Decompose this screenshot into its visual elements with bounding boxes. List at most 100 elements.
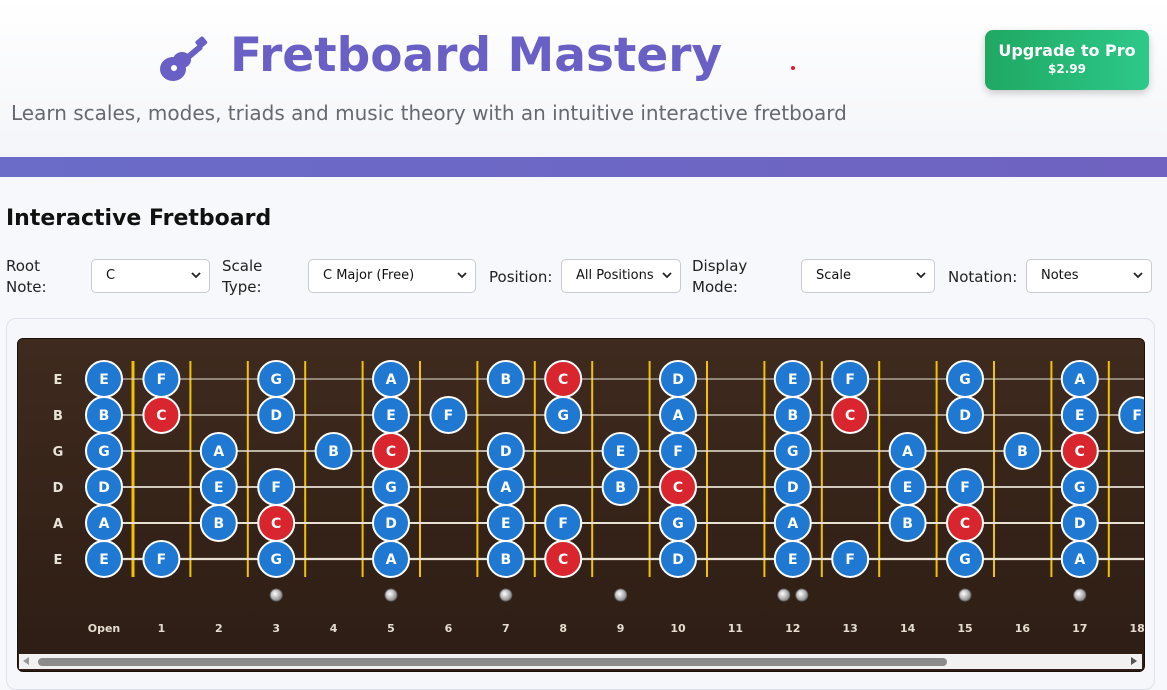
- notation-value: Notes: [1041, 268, 1079, 283]
- note-marker[interactable]: A: [888, 432, 927, 470]
- status-dot: [791, 66, 795, 70]
- note-marker[interactable]: E: [1060, 396, 1099, 434]
- string-label: E: [54, 373, 63, 388]
- root-note-marker[interactable]: C: [1060, 432, 1099, 470]
- upgrade-button[interactable]: Upgrade to Pro $2.99: [985, 30, 1149, 90]
- note-marker[interactable]: E: [85, 540, 123, 578]
- note-marker[interactable]: B: [199, 504, 238, 542]
- note-marker[interactable]: F: [544, 504, 583, 542]
- note-marker[interactable]: F: [831, 360, 870, 398]
- note-marker[interactable]: D: [659, 360, 697, 398]
- svg-text:E: E: [99, 552, 109, 568]
- scroll-right-arrow-icon[interactable]: [1131, 657, 1137, 665]
- note-marker[interactable]: G: [946, 360, 984, 398]
- fret-number-label: 12: [785, 622, 800, 635]
- note-marker[interactable]: D: [659, 540, 697, 578]
- svg-text:G: G: [959, 552, 971, 568]
- svg-text:B: B: [615, 480, 626, 496]
- chevron-down-icon: [916, 272, 926, 279]
- root-note-marker[interactable]: C: [831, 396, 870, 434]
- note-marker[interactable]: A: [1060, 540, 1099, 578]
- root-note-marker[interactable]: C: [142, 396, 181, 434]
- app-title: Fretboard Mastery: [230, 28, 723, 83]
- note-marker[interactable]: A: [659, 396, 697, 434]
- app-subtitle: Learn scales, modes, triads and music th…: [11, 101, 847, 125]
- note-marker[interactable]: F: [659, 432, 697, 470]
- note-marker[interactable]: D: [85, 468, 123, 506]
- note-marker[interactable]: G: [257, 360, 296, 398]
- fretboard[interactable]: E B G D A E Open 1 2 3 4 5 6 7 8 9 10 11 12 13 14 15 16 17 18 E F G…: [17, 338, 1145, 672]
- note-marker[interactable]: G: [1060, 468, 1099, 506]
- note-marker[interactable]: B: [773, 396, 812, 434]
- note-marker[interactable]: B: [601, 468, 640, 506]
- note-marker[interactable]: A: [372, 540, 410, 578]
- chevron-down-icon: [191, 272, 201, 279]
- note-marker[interactable]: A: [486, 468, 525, 506]
- svg-text:E: E: [903, 480, 913, 496]
- display-mode-select[interactable]: Scale: [801, 259, 935, 293]
- scroll-left-arrow-icon[interactable]: [23, 657, 29, 665]
- svg-text:E: E: [214, 480, 224, 496]
- note-marker[interactable]: F: [946, 468, 984, 506]
- note-marker[interactable]: E: [773, 540, 812, 578]
- note-marker[interactable]: G: [659, 504, 697, 542]
- note-marker[interactable]: B: [85, 396, 123, 434]
- fret-number-label: 3: [272, 622, 280, 635]
- note-marker[interactable]: F: [142, 540, 181, 578]
- svg-text:E: E: [99, 372, 109, 388]
- note-marker[interactable]: F: [142, 360, 181, 398]
- note-marker[interactable]: A: [199, 432, 238, 470]
- root-note-marker[interactable]: C: [544, 540, 583, 578]
- note-marker[interactable]: B: [486, 360, 525, 398]
- note-marker[interactable]: D: [257, 396, 296, 434]
- note-marker[interactable]: G: [257, 540, 296, 578]
- note-marker[interactable]: E: [199, 468, 238, 506]
- section-title: Interactive Fretboard: [6, 206, 272, 231]
- note-marker[interactable]: F: [429, 396, 468, 434]
- note-marker[interactable]: D: [946, 396, 984, 434]
- note-marker[interactable]: E: [372, 396, 410, 434]
- note-marker[interactable]: D: [486, 432, 525, 470]
- note-marker[interactable]: B: [1003, 432, 1042, 470]
- scale-type-select[interactable]: C Major (Free): [308, 259, 476, 293]
- svg-text:D: D: [672, 552, 684, 568]
- note-marker[interactable]: A: [372, 360, 410, 398]
- note-marker[interactable]: E: [773, 360, 812, 398]
- note-marker[interactable]: B: [486, 540, 525, 578]
- note-marker[interactable]: G: [372, 468, 410, 506]
- note-marker[interactable]: G: [544, 396, 583, 434]
- svg-text:E: E: [386, 408, 396, 424]
- svg-text:G: G: [385, 480, 397, 496]
- scroll-thumb[interactable]: [38, 658, 947, 666]
- note-marker[interactable]: D: [372, 504, 410, 542]
- root-note-marker[interactable]: C: [946, 504, 984, 542]
- note-marker[interactable]: F: [257, 468, 296, 506]
- fret-number-label: 16: [1015, 622, 1031, 635]
- note-marker[interactable]: A: [1060, 360, 1099, 398]
- note-marker[interactable]: F: [1118, 396, 1144, 434]
- notation-select[interactable]: Notes: [1026, 259, 1152, 293]
- note-marker[interactable]: A: [773, 504, 812, 542]
- root-note-marker[interactable]: C: [372, 432, 410, 470]
- note-marker[interactable]: E: [486, 504, 525, 542]
- note-marker[interactable]: E: [85, 360, 123, 398]
- root-note-marker[interactable]: C: [544, 360, 583, 398]
- note-marker[interactable]: G: [85, 432, 123, 470]
- root-note-select[interactable]: C: [91, 259, 210, 293]
- root-note-marker[interactable]: C: [257, 504, 296, 542]
- note-marker[interactable]: B: [888, 504, 927, 542]
- note-marker[interactable]: B: [314, 432, 353, 470]
- note-marker[interactable]: A: [85, 504, 123, 542]
- note-marker[interactable]: F: [831, 540, 870, 578]
- note-marker[interactable]: G: [946, 540, 984, 578]
- horizontal-scrollbar[interactable]: [19, 654, 1142, 669]
- note-marker[interactable]: E: [601, 432, 640, 470]
- svg-text:C: C: [156, 408, 166, 424]
- note-marker[interactable]: D: [1060, 504, 1099, 542]
- note-marker[interactable]: G: [773, 432, 812, 470]
- note-marker[interactable]: E: [888, 468, 927, 506]
- position-select[interactable]: All Positions: [561, 259, 681, 293]
- note-marker[interactable]: D: [773, 468, 812, 506]
- root-note-marker[interactable]: C: [659, 468, 697, 506]
- chevron-down-icon: [457, 272, 467, 279]
